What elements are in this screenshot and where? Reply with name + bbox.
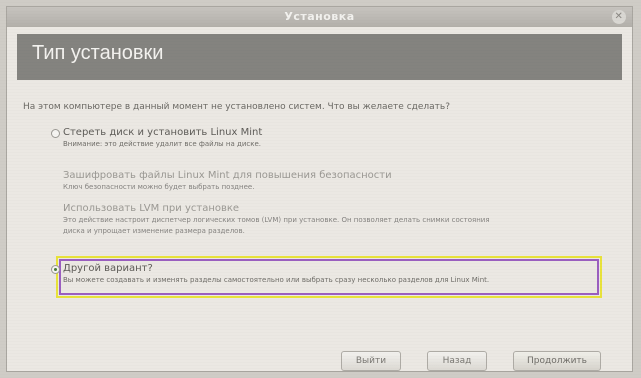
option-title: Другой вариант? [63, 263, 153, 274]
page-header: Тип установки [17, 34, 622, 80]
question-text: На этом компьютере в данный момент не ус… [23, 102, 450, 112]
option-lvm: Использовать LVM при установке Это дейст… [63, 203, 490, 236]
option-erase-disk[interactable]: Стереть диск и установить Linux Mint Вни… [51, 127, 263, 149]
option-title: Использовать LVM при установке [63, 203, 240, 214]
quit-button[interactable]: Выйти [341, 351, 401, 371]
close-icon[interactable]: ✕ [612, 10, 626, 24]
option-description: Это действие настроит диспетчер логическ… [63, 216, 490, 224]
option-title: Стереть диск и установить Linux Mint [63, 127, 263, 138]
radio-something-else[interactable] [51, 265, 60, 274]
installer-window: Установка ✕ Тип установки На этом компью… [6, 6, 633, 372]
option-description: Внимание: это действие удалит все файлы … [63, 140, 262, 148]
back-button[interactable]: Назад [427, 351, 487, 371]
page-title: Тип установки [32, 42, 164, 64]
option-something-else[interactable]: Другой вариант? Вы можете создавать и из… [51, 263, 490, 285]
radio-erase-disk[interactable] [51, 129, 60, 138]
window-titlebar[interactable]: Установка ✕ [7, 7, 632, 27]
option-title: Зашифровать файлы Linux Mint для повышен… [63, 170, 392, 181]
window-title: Установка [284, 10, 355, 23]
option-description-line2: диска и упрощает изменение размера разде… [63, 227, 245, 235]
option-encrypt: Зашифровать файлы Linux Mint для повышен… [63, 170, 392, 192]
option-description: Ключ безопасности можно будет выбрать по… [63, 183, 255, 191]
option-description: Вы можете создавать и изменять разделы с… [63, 276, 490, 284]
continue-button[interactable]: Продолжить [513, 351, 601, 371]
